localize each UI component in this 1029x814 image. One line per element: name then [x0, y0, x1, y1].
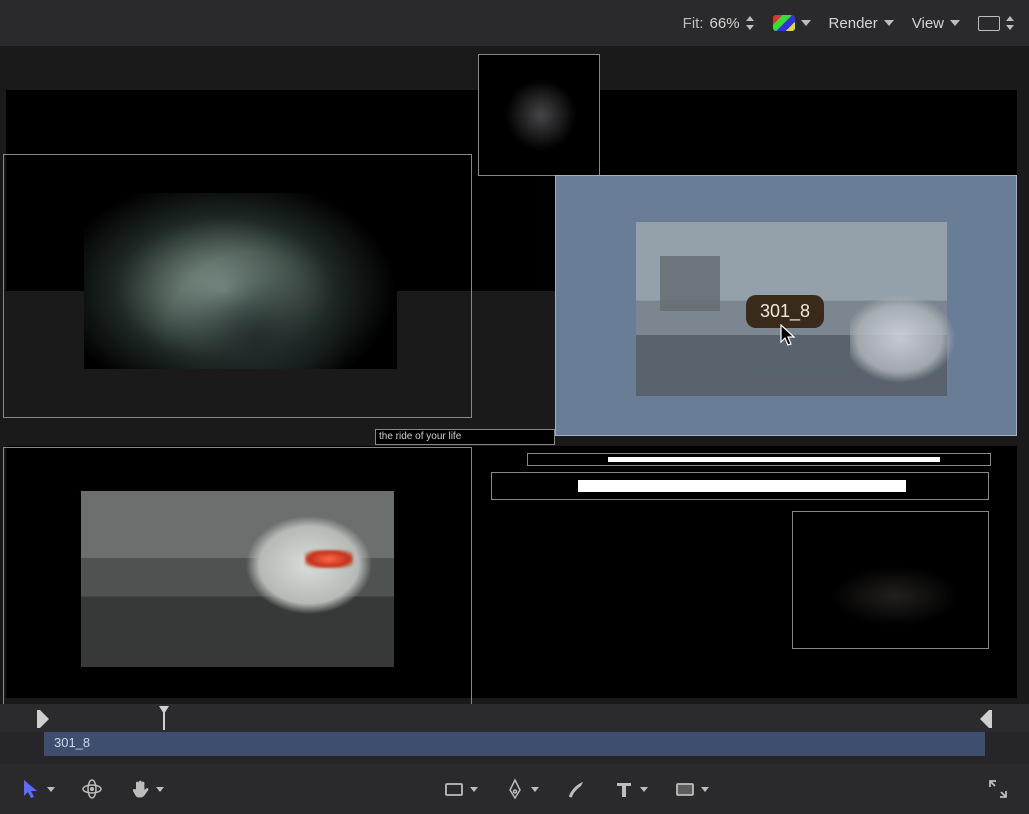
- stepper-icon: [1006, 16, 1015, 30]
- out-point-marker[interactable]: [980, 710, 989, 728]
- aspect-ratio-menu[interactable]: [978, 16, 1015, 31]
- chevron-down-icon: [470, 787, 478, 792]
- color-channels-menu[interactable]: [773, 15, 811, 31]
- pen-nib-icon: [504, 778, 526, 800]
- rectangle-mask-icon: [674, 778, 696, 800]
- chevron-down-icon: [950, 20, 960, 26]
- chevron-down-icon: [884, 20, 894, 26]
- view-label: View: [912, 15, 944, 32]
- pen-tool[interactable]: [504, 778, 539, 800]
- brush-icon: [565, 778, 587, 800]
- drop-zone-1[interactable]: [3, 154, 472, 418]
- tool-toolbar: [0, 764, 1029, 814]
- in-point-marker[interactable]: [40, 710, 49, 728]
- expand-arrows-icon: [987, 778, 1009, 800]
- arrow-cursor-icon: [20, 778, 42, 800]
- mask-tool[interactable]: [674, 778, 709, 800]
- text-tool[interactable]: [613, 778, 648, 800]
- viewer-toolbar: Fit: 66% Render View: [0, 0, 1029, 46]
- render-menu[interactable]: Render: [829, 15, 894, 32]
- shape-tool[interactable]: [443, 778, 478, 800]
- clip-thumbnail-building: [660, 256, 720, 311]
- stepper-icon: [746, 16, 755, 30]
- cursor-icon: [780, 324, 798, 348]
- timeline-clip-name: 301_8: [54, 735, 90, 750]
- select-tool[interactable]: [20, 778, 55, 800]
- drop-zone-2[interactable]: [3, 447, 472, 709]
- chevron-down-icon: [640, 787, 648, 792]
- chevron-down-icon: [531, 787, 539, 792]
- canvas[interactable]: 301_8 the ride of your life: [0, 46, 1029, 704]
- text-layer-bar-1[interactable]: [527, 453, 991, 466]
- fullscreen-button[interactable]: [987, 778, 1009, 800]
- view-menu[interactable]: View: [912, 15, 960, 32]
- paint-stroke-tool[interactable]: [565, 778, 587, 800]
- timeline-ruler[interactable]: [0, 704, 1029, 732]
- mini-timeline: 301_8: [0, 704, 1029, 764]
- fit-label: Fit:: [683, 15, 704, 32]
- clip-thumbnail-dust: [830, 566, 960, 626]
- fit-zoom-control[interactable]: Fit: 66%: [683, 15, 755, 32]
- aspect-ratio-icon: [978, 16, 1000, 31]
- color-channels-icon: [773, 15, 795, 31]
- chevron-down-icon: [47, 787, 55, 792]
- clip-thumbnail-car: [850, 296, 960, 391]
- timeline-clip-bar[interactable]: 301_8: [44, 732, 985, 756]
- text-layer-bar-2[interactable]: [491, 472, 989, 500]
- chevron-down-icon: [801, 20, 811, 26]
- fit-value: 66%: [710, 15, 740, 32]
- text-layer-small[interactable]: the ride of your life: [375, 429, 555, 445]
- hand-icon: [129, 778, 151, 800]
- orbit-icon: [81, 778, 103, 800]
- chevron-down-icon: [156, 787, 164, 792]
- 3d-transform-tool[interactable]: [81, 778, 103, 800]
- rectangle-icon: [443, 778, 465, 800]
- pan-tool[interactable]: [129, 778, 164, 800]
- chevron-down-icon: [701, 787, 709, 792]
- render-label: Render: [829, 15, 878, 32]
- smoke-particle-icon: [496, 70, 586, 160]
- playhead[interactable]: [159, 706, 169, 730]
- text-t-icon: [613, 778, 635, 800]
